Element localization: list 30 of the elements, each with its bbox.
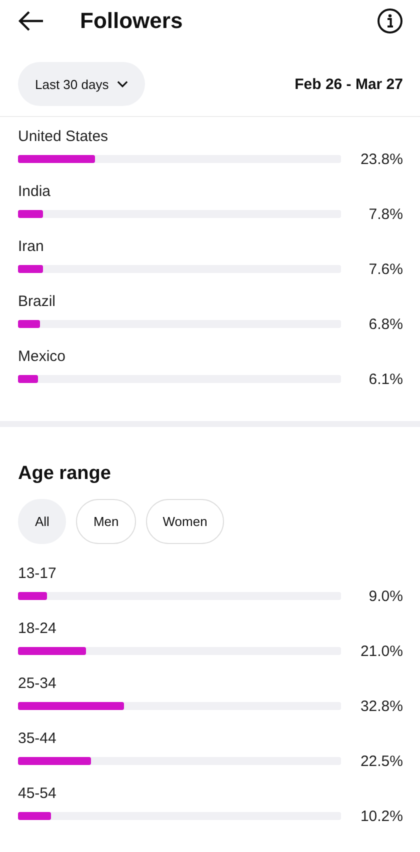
filter-chip[interactable]: Women	[146, 499, 224, 544]
row-label: 13-17	[18, 564, 58, 584]
date-range-dropdown[interactable]: Last 30 days	[18, 62, 145, 106]
percent-value: 6.8%	[368, 316, 403, 332]
row-label: 45-54	[18, 784, 58, 804]
back-arrow-icon[interactable]	[18, 11, 44, 31]
row-label: United States	[18, 127, 110, 147]
date-range-text: Feb 26 - Mar 27	[294, 76, 403, 92]
section-title: Age range	[17, 462, 112, 485]
percent-value: 9.0%	[368, 588, 403, 604]
info-icon[interactable]	[377, 8, 403, 34]
percent-value: 32.8%	[359, 698, 403, 714]
row-label: 35-44	[18, 729, 58, 749]
caret-icon	[116, 80, 128, 88]
percent-value: 10.2%	[359, 808, 403, 824]
filter-chip[interactable]: All	[18, 499, 66, 544]
row-label: Brazil	[18, 292, 57, 312]
percent-value: 6.1%	[368, 370, 403, 388]
percent-value: 7.6%	[368, 260, 403, 278]
row-label: Mexico	[18, 347, 67, 367]
row-label: 18-24	[18, 619, 58, 639]
row-label: Iran	[18, 237, 45, 257]
percent-value: 23.8%	[359, 150, 403, 168]
page-title: Followers	[80, 8, 184, 34]
percent-value: 22.5%	[359, 752, 403, 770]
row-label: 25-34	[18, 674, 58, 694]
row-label: India	[18, 182, 52, 202]
percent-value: 7.8%	[368, 206, 403, 222]
percent-value: 21.0%	[359, 642, 403, 660]
filter-chip[interactable]: Men	[76, 499, 136, 544]
